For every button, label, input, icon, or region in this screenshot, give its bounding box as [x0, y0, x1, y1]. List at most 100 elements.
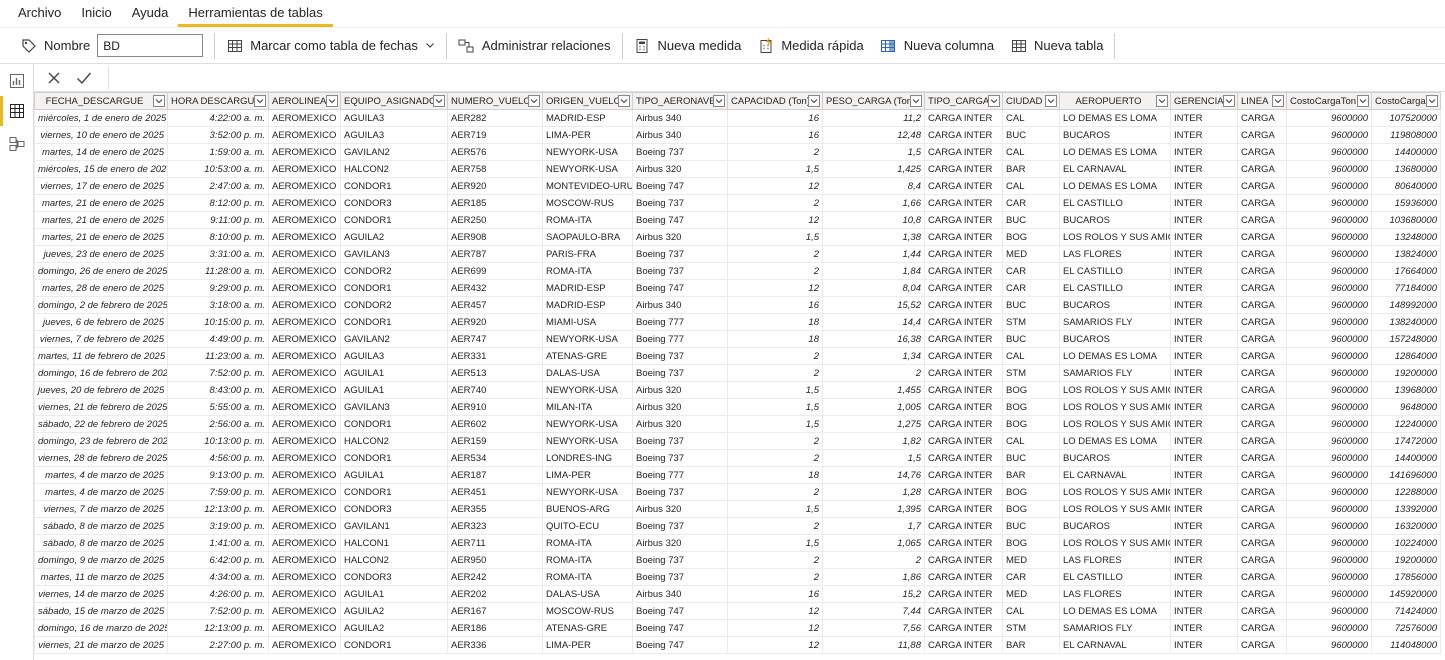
- filter-dropdown-icon[interactable]: [988, 95, 1000, 107]
- table-cell[interactable]: CARGA: [1237, 466, 1287, 484]
- table-cell[interactable]: INTER: [1170, 364, 1238, 382]
- table-cell[interactable]: INTER: [1170, 245, 1238, 263]
- table-cell[interactable]: Airbus 320: [632, 398, 728, 416]
- table-cell[interactable]: 11,2: [822, 109, 925, 127]
- table-cell[interactable]: 107520000: [1371, 109, 1441, 127]
- table-cell[interactable]: viernes, 28 de febrero de 2025: [34, 449, 168, 467]
- table-cell[interactable]: 2: [727, 364, 823, 382]
- table-cell[interactable]: 7,56: [822, 619, 925, 637]
- table-cell[interactable]: 9600000: [1286, 347, 1372, 365]
- table-cell[interactable]: martes, 14 de enero de 2025: [34, 143, 168, 161]
- table-cell[interactable]: INTER: [1170, 483, 1238, 501]
- table-cell[interactable]: viernes, 10 de enero de 2025: [34, 126, 168, 144]
- table-cell[interactable]: 12: [727, 211, 823, 229]
- table-cell[interactable]: 19200000: [1371, 551, 1441, 569]
- table-cell[interactable]: CONDOR1: [340, 279, 448, 297]
- table-cell[interactable]: NEWYORK-USA: [542, 381, 633, 399]
- table-cell[interactable]: CARGA INTER: [924, 211, 1003, 229]
- table-cell[interactable]: 12: [727, 602, 823, 620]
- table-cell[interactable]: domingo, 9 de marzo de 2025: [34, 551, 168, 569]
- table-cell[interactable]: 10:53:00 a. m.: [167, 160, 269, 178]
- table-cell[interactable]: 9600000: [1286, 313, 1372, 331]
- table-cell[interactable]: Airbus 340: [632, 585, 728, 603]
- table-row[interactable]: martes, 21 de enero de 2025 8:12:00 p. m.…: [34, 194, 1441, 212]
- table-cell[interactable]: CARGA INTER: [924, 551, 1003, 569]
- table-cell[interactable]: INTER: [1170, 160, 1238, 178]
- table-cell[interactable]: sábado, 22 de febrero de 2025: [34, 415, 168, 433]
- filter-dropdown-icon[interactable]: [528, 95, 540, 107]
- column-header[interactable]: CIUDAD: [1002, 92, 1060, 110]
- table-cell[interactable]: CAR: [1002, 262, 1060, 280]
- table-cell[interactable]: CONDOR1: [340, 449, 448, 467]
- table-cell[interactable]: viernes, 21 de marzo de 2025: [34, 636, 168, 654]
- table-row[interactable]: martes, 4 de marzo de 2025 7:59:00 p. m. A…: [34, 483, 1441, 501]
- table-cell[interactable]: AEROMEXICO: [268, 585, 341, 603]
- table-cell[interactable]: jueves, 20 de febrero de 2025: [34, 381, 168, 399]
- filter-dropdown-icon[interactable]: [1426, 95, 1438, 107]
- table-cell[interactable]: 1,455: [822, 381, 925, 399]
- table-cell[interactable]: 4:34:00 a. m.: [167, 568, 269, 586]
- table-cell[interactable]: EL CARNAVAL: [1059, 160, 1171, 178]
- table-cell[interactable]: LOS ROLOS Y SUS AMIGOS: [1059, 228, 1171, 246]
- column-header[interactable]: AEROPUERTO: [1059, 92, 1171, 110]
- table-row[interactable]: viernes, 10 de enero de 2025 3:52:00 p. m…: [34, 126, 1441, 144]
- table-cell[interactable]: LOS ROLOS Y SUS AMIGOS: [1059, 381, 1171, 399]
- table-cell[interactable]: 9600000: [1286, 619, 1372, 637]
- table-cell[interactable]: 2:47:00 a. m.: [167, 177, 269, 195]
- table-cell[interactable]: domingo, 2 de febrero de 2025: [34, 296, 168, 314]
- table-cell[interactable]: Airbus 340: [632, 296, 728, 314]
- table-cell[interactable]: BAR: [1002, 636, 1060, 654]
- table-cell[interactable]: 9600000: [1286, 228, 1372, 246]
- table-cell[interactable]: AEROMEXICO: [268, 517, 341, 535]
- table-cell[interactable]: Boeing 737: [632, 364, 728, 382]
- table-cell[interactable]: SAMARIOS FLY: [1059, 313, 1171, 331]
- table-cell[interactable]: AGUILA1: [340, 466, 448, 484]
- filter-dropdown-icon[interactable]: [1223, 95, 1235, 107]
- table-cell[interactable]: SAOPAULO-BRA: [542, 228, 633, 246]
- table-cell[interactable]: 1,5: [727, 398, 823, 416]
- table-cell[interactable]: CAL: [1002, 109, 1060, 127]
- table-cell[interactable]: MOSCOW-RUS: [542, 602, 633, 620]
- table-cell[interactable]: 103680000: [1371, 211, 1441, 229]
- table-cell[interactable]: viernes, 7 de febrero de 2025: [34, 330, 168, 348]
- table-cell[interactable]: BUCAROS: [1059, 296, 1171, 314]
- table-cell[interactable]: INTER: [1170, 568, 1238, 586]
- table-cell[interactable]: domingo, 23 de febrero de 2025: [34, 432, 168, 450]
- table-row[interactable]: viernes, 7 de marzo de 2025 12:13:00 p. m…: [34, 500, 1441, 518]
- table-cell[interactable]: INTER: [1170, 551, 1238, 569]
- table-cell[interactable]: INTER: [1170, 194, 1238, 212]
- table-cell[interactable]: Boeing 747: [632, 636, 728, 654]
- filter-dropdown-icon[interactable]: [808, 95, 820, 107]
- table-cell[interactable]: CARGA: [1237, 330, 1287, 348]
- table-cell[interactable]: INTER: [1170, 500, 1238, 518]
- table-cell[interactable]: 18: [727, 313, 823, 331]
- table-cell[interactable]: BOG: [1002, 415, 1060, 433]
- table-cell[interactable]: CARGA INTER: [924, 330, 1003, 348]
- column-header[interactable]: CostoCargaTon: [1286, 92, 1372, 110]
- quick-measure-button[interactable]: Medida rápida: [749, 32, 871, 60]
- table-cell[interactable]: 9600000: [1286, 330, 1372, 348]
- table-cell[interactable]: 1,5: [727, 534, 823, 552]
- table-cell[interactable]: HALCON2: [340, 160, 448, 178]
- table-cell[interactable]: AEROMEXICO: [268, 483, 341, 501]
- table-cell[interactable]: 1,28: [822, 483, 925, 501]
- table-cell[interactable]: INTER: [1170, 330, 1238, 348]
- filter-dropdown-icon[interactable]: [1045, 95, 1057, 107]
- column-header[interactable]: AEROLINEA: [268, 92, 341, 110]
- table-cell[interactable]: CARGA INTER: [924, 381, 1003, 399]
- table-cell[interactable]: INTER: [1170, 347, 1238, 365]
- table-cell[interactable]: AEROMEXICO: [268, 245, 341, 263]
- table-cell[interactable]: LO DEMAS ES LOMA: [1059, 432, 1171, 450]
- table-cell[interactable]: 1,005: [822, 398, 925, 416]
- table-cell[interactable]: AER910: [447, 398, 543, 416]
- table-cell[interactable]: 3:19:00 p. m.: [167, 517, 269, 535]
- table-cell[interactable]: 1,84: [822, 262, 925, 280]
- table-cell[interactable]: CONDOR3: [340, 500, 448, 518]
- table-cell[interactable]: BUCAROS: [1059, 330, 1171, 348]
- table-cell[interactable]: INTER: [1170, 398, 1238, 416]
- report-view-icon[interactable]: [6, 70, 28, 92]
- table-cell[interactable]: MADRID-ESP: [542, 279, 633, 297]
- filter-dropdown-icon[interactable]: [1272, 95, 1284, 107]
- cancel-formula-icon[interactable]: [44, 68, 64, 88]
- table-cell[interactable]: INTER: [1170, 432, 1238, 450]
